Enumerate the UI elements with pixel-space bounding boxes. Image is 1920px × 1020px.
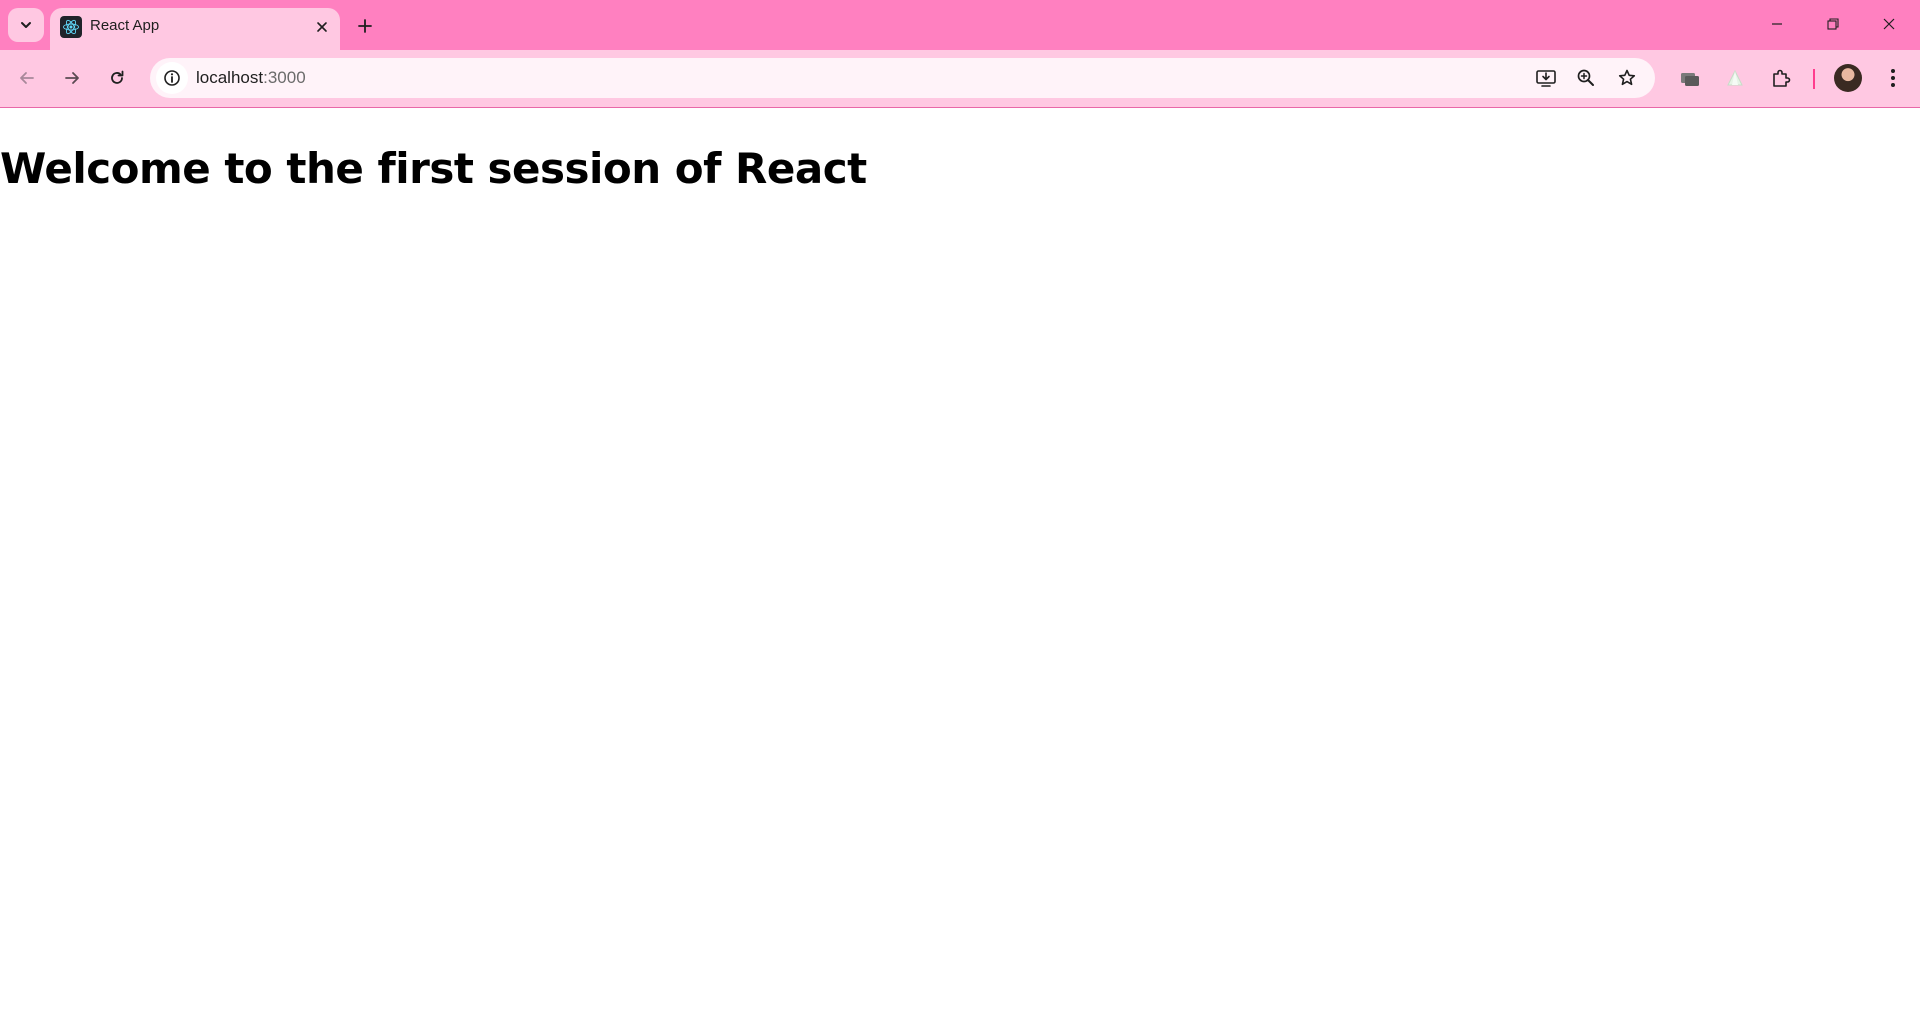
tab-title: React App bbox=[90, 17, 160, 34]
star-icon bbox=[1617, 68, 1637, 88]
toolbar-separator bbox=[1813, 69, 1815, 89]
restore-button[interactable] bbox=[1810, 6, 1856, 42]
restore-icon bbox=[1826, 17, 1840, 31]
react-logo-icon bbox=[60, 16, 82, 38]
tab-close-button[interactable] bbox=[310, 15, 334, 39]
new-tab-button[interactable] bbox=[350, 11, 380, 41]
zoom-in-icon bbox=[1576, 68, 1596, 88]
url-host: localhost bbox=[196, 68, 264, 87]
arrow-left-icon bbox=[18, 69, 36, 87]
page-heading: Welcome to the first session of React bbox=[0, 144, 867, 193]
kebab-menu-icon bbox=[1890, 68, 1896, 88]
install-app-button[interactable] bbox=[1530, 62, 1562, 94]
back-button[interactable] bbox=[10, 61, 44, 95]
close-icon bbox=[316, 21, 328, 33]
extension-button-2[interactable] bbox=[1718, 61, 1752, 95]
extension-cards-icon bbox=[1679, 68, 1701, 88]
close-icon bbox=[1882, 17, 1896, 31]
avatar[interactable] bbox=[1834, 64, 1862, 92]
arrow-right-icon bbox=[63, 69, 81, 87]
site-info-button[interactable] bbox=[156, 62, 188, 94]
browser-menu-button[interactable] bbox=[1876, 61, 1910, 95]
extensions-menu-button[interactable] bbox=[1764, 61, 1798, 95]
url-text[interactable]: localhost:3000 bbox=[196, 68, 306, 88]
close-window-button[interactable] bbox=[1866, 6, 1912, 42]
minimize-button[interactable] bbox=[1754, 6, 1800, 42]
tab-react-app[interactable]: React App bbox=[50, 8, 340, 50]
forward-button[interactable] bbox=[55, 61, 89, 95]
zoom-button[interactable] bbox=[1570, 62, 1602, 94]
browser-window: React App localhost:3000 Welcome to the … bbox=[0, 0, 1920, 1020]
extension-triangle-icon bbox=[1725, 68, 1745, 88]
plus-icon bbox=[357, 18, 373, 34]
tab-search-button[interactable] bbox=[8, 8, 44, 42]
info-icon bbox=[163, 69, 181, 87]
reload-icon bbox=[108, 69, 126, 87]
address-bar[interactable]: localhost:3000 bbox=[150, 58, 1655, 98]
install-app-icon bbox=[1535, 68, 1557, 88]
toolbar: localhost:3000 bbox=[0, 50, 1920, 108]
minimize-icon bbox=[1770, 17, 1784, 31]
chevron-down-icon bbox=[19, 18, 33, 32]
page-viewport: Welcome to the first session of React bbox=[0, 108, 1920, 1020]
puzzle-icon bbox=[1770, 67, 1792, 89]
url-port: :3000 bbox=[263, 68, 306, 87]
reload-button[interactable] bbox=[100, 61, 134, 95]
tab-strip: React App bbox=[0, 0, 1920, 50]
bookmark-button[interactable] bbox=[1611, 62, 1643, 94]
extension-button-1[interactable] bbox=[1673, 61, 1707, 95]
